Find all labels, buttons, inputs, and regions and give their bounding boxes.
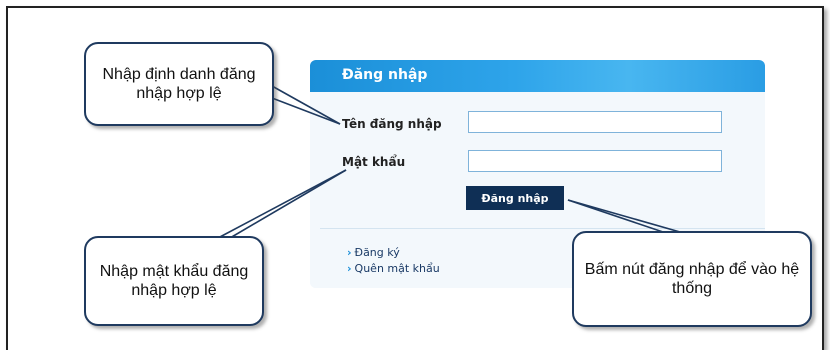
- callout-password: Nhập mật khẩu đăng nhập hợp lệ: [84, 236, 264, 326]
- callout-login-button: Bấm nút đăng nhập để vào hệ thống: [572, 231, 812, 327]
- callout-button-text: Bấm nút đăng nhập để vào hệ thống: [584, 261, 800, 297]
- callout-username-text: Nhập định danh đăng nhập hợp lệ: [102, 66, 256, 102]
- callout-username: Nhập định danh đăng nhập hợp lệ: [84, 42, 274, 126]
- callout-password-text: Nhập mật khẩu đăng nhập hợp lệ: [99, 263, 249, 299]
